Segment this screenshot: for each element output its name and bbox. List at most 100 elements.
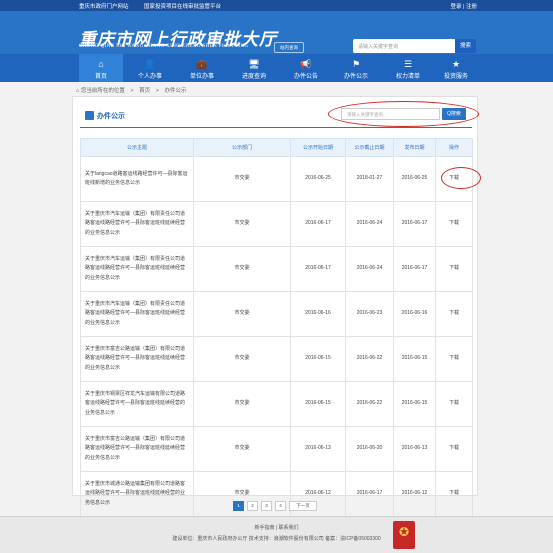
table-header-row: 公示主题 公示部门 公示开始日期 公示截止日期 发布日期 操作 xyxy=(80,138,473,157)
nav-label: 进度查询 xyxy=(241,74,266,80)
row-dept: 市交委 xyxy=(193,381,291,427)
page-2[interactable]: 2 xyxy=(247,501,258,511)
row-topic[interactable]: 关于重庆市城通公路运输集团有限公司道路客运线路经营许可—县际客运班线延续经营的业… xyxy=(80,471,194,517)
site-search-button[interactable]: 站内查询 xyxy=(274,42,304,53)
row-dept: 市交委 xyxy=(193,291,291,337)
gov-badge-icon[interactable]: ✪ xyxy=(393,521,415,549)
nav-announcement[interactable]: 📢 办件公告 xyxy=(281,54,331,82)
row-end-date: 2016-06-24 xyxy=(345,246,394,292)
nav-label: 办件公示 xyxy=(343,74,368,80)
table-row: 关于langcao道路客运线路经营许可—县际客运班线新增的业务信息公示 市交委 … xyxy=(80,156,481,202)
panel-title: 办件公示 xyxy=(85,111,125,121)
footer-links[interactable]: 新手指南 | 联系我们 xyxy=(0,524,553,531)
table-row: 关于重庆市汽车运输（集团）有限责任公司道路客运线路经营许可—县际客运班线延续经营… xyxy=(80,246,473,292)
row-dept: 市交委 xyxy=(193,201,291,247)
login-link[interactable]: 登录 xyxy=(450,4,461,10)
document-icon xyxy=(85,111,94,120)
row-end-date: 2016-06-20 xyxy=(345,426,394,472)
row-dept: 市交委 xyxy=(193,156,291,202)
row-topic[interactable]: 关于重庆市汽车运输（集团）有限责任公司道路客运线路经营许可—县际客运班线延续经营… xyxy=(80,246,194,292)
announce-icon: 📢 xyxy=(300,59,312,69)
monitor-icon: 🖥 xyxy=(248,59,260,69)
row-topic[interactable]: 关于重庆市汽车运输（集团）有限责任公司道路客运线路经营许可—县际客运班线延续经营… xyxy=(80,201,194,247)
header-search-input[interactable]: 请输入关键字查询 xyxy=(353,39,455,53)
row-topic[interactable]: 关于重庆市富吉公路运输（集团）有限公司道路客运线路经营许可—县际客运班线延续经营… xyxy=(80,426,194,472)
row-end-date: 2016-06-24 xyxy=(345,201,394,247)
next-page-button[interactable]: 下一页 xyxy=(289,501,317,511)
page-3[interactable]: 3 xyxy=(261,501,272,511)
divider xyxy=(80,127,472,128)
nav-personal[interactable]: 👤 个人办事 xyxy=(125,54,175,82)
nav-home[interactable]: ⌂ 首页 xyxy=(79,54,123,82)
platform-link[interactable]: 国家投资项目在线审批监管平台 xyxy=(144,4,221,10)
row-publish-date: 2016-06-12 xyxy=(393,471,436,517)
register-link[interactable]: 注册 xyxy=(466,4,477,10)
publicity-panel: 办件公示 请输入关键字查询... Q搜索 公示主题 公示部门 公示开始日期 公示… xyxy=(72,96,481,517)
breadcrumb-separator: > xyxy=(155,88,159,94)
row-publish-date: 2016-06-15 xyxy=(393,336,436,382)
top-bar: 重庆市政府门户网站 国家投资项目在线审批监管平台 登录 | 注册 xyxy=(0,0,553,11)
nav-label: 个人办事 xyxy=(137,74,162,80)
row-topic[interactable]: 关于重庆市铜梁区祥龙汽车运输有限公司道路客运线路经营许可—县际客运班线延续经营的… xyxy=(80,381,194,427)
download-link[interactable]: 下载 xyxy=(435,201,473,247)
page-1[interactable]: 1 xyxy=(233,501,244,511)
row-start-date: 2016-06-15 xyxy=(290,381,346,427)
page-4[interactable]: 4 xyxy=(275,501,286,511)
gov-portal-link[interactable]: 重庆市政府门户网站 xyxy=(79,4,129,10)
row-publish-date: 2016-06-16 xyxy=(393,291,436,337)
breadcrumb: ⌂ 您当前所在的位置 > 首页 > 办件公示 xyxy=(76,86,186,94)
col-publish-date: 发布日期 xyxy=(393,138,436,157)
person-icon: 👤 xyxy=(144,59,156,69)
row-publish-date: 2016-06-15 xyxy=(393,381,436,427)
panel-search-button[interactable]: Q搜索 xyxy=(442,108,466,120)
row-topic[interactable]: 关于重庆市富吉公路运输（集团）有限公司道路客运线路经营许可—县际客运班线延续经营… xyxy=(80,336,194,382)
row-start-date: 2016-06-16 xyxy=(290,291,346,337)
row-start-date: 2016-06-17 xyxy=(290,246,346,292)
table-row: 关于重庆市汽车运输（集团）有限责任公司道路客运线路经营许可—县际客运班线延续经营… xyxy=(80,291,473,337)
row-end-date: 2016-06-23 xyxy=(345,291,394,337)
footer-info: 建设单位：重庆市人民政府办公厅 技术支持：浪潮软件股份有限公司 备案：渝ICP备… xyxy=(172,536,381,542)
row-start-date: 2016-06-17 xyxy=(290,201,346,247)
header-search-button[interactable]: 搜索 xyxy=(455,39,476,53)
row-topic[interactable]: 关于重庆市汽车运输（集团）有限责任公司道路客运线路经营许可—县际客运班线延续经营… xyxy=(80,291,194,337)
row-start-date: 2016-06-15 xyxy=(290,336,346,382)
main-nav: ⌂ 首页 👤 个人办事 💼 单位办事 🖥 进度查询 📢 办件公告 ⚑ 办件公示 ☰ 权力清单 … xyxy=(0,54,553,82)
row-publish-date: 2016-06-17 xyxy=(393,246,436,292)
col-topic: 公示主题 xyxy=(80,138,194,157)
download-link[interactable]: 下载 xyxy=(435,471,473,517)
download-link[interactable]: 下载 xyxy=(435,426,473,472)
panel-search-input[interactable]: 请输入关键字查询... xyxy=(341,108,440,120)
nav-label: 首页 xyxy=(94,74,107,80)
list-icon: ☰ xyxy=(403,59,413,69)
nav-progress[interactable]: 🖥 进度查询 xyxy=(229,54,279,82)
col-action: 操作 xyxy=(435,138,473,157)
row-dept: 市交委 xyxy=(193,336,291,382)
row-end-date: 2016-06-17 xyxy=(345,471,394,517)
row-start-date: 2016-06-13 xyxy=(290,426,346,472)
download-link[interactable]: 下载 xyxy=(435,336,473,382)
row-topic[interactable]: 关于langcao道路客运线路经营许可—县际客运班线新增的业务信息公示 xyxy=(80,156,194,202)
col-end-date: 公示截止日期 xyxy=(345,138,394,157)
row-publish-date: 2016-06-25 xyxy=(393,156,436,202)
table-row: 关于重庆市汽车运输（集团）有限责任公司道路客运线路经营许可—县际客运班线延续经营… xyxy=(80,201,473,247)
publicity-table: 公示主题 公示部门 公示开始日期 公示截止日期 发布日期 操作 关于langca… xyxy=(80,138,481,517)
nav-label: 单位办事 xyxy=(189,74,214,80)
nav-label: 权力清单 xyxy=(395,74,420,80)
row-end-date: 2018-01-27 xyxy=(345,156,394,202)
star-icon: ★ xyxy=(451,59,461,69)
row-start-date: 2016-06-25 xyxy=(290,156,346,202)
nav-publicity[interactable]: ⚑ 办件公示 xyxy=(331,54,381,82)
download-cell: 下载 xyxy=(435,156,481,202)
nav-investment[interactable]: ★ 投资服务 xyxy=(432,54,480,82)
download-link[interactable]: 下载 xyxy=(435,381,473,427)
home-icon: ⌂ xyxy=(76,88,80,94)
download-link[interactable]: 下载 xyxy=(435,291,473,337)
nav-company[interactable]: 💼 单位办事 xyxy=(177,54,227,82)
download-link[interactable]: 下载 xyxy=(435,246,473,292)
flag-icon: ⚑ xyxy=(351,59,361,69)
nav-power-list[interactable]: ☰ 权力清单 xyxy=(383,54,433,82)
panel-title-text: 办件公示 xyxy=(97,113,125,120)
table-row: 关于重庆市铜梁区祥龙汽车运输有限公司道路客运线路经营许可—县际客运班线延续经营的… xyxy=(80,381,473,427)
breadcrumb-separator: > xyxy=(130,88,134,94)
breadcrumb-home[interactable]: 首页 xyxy=(139,88,150,94)
